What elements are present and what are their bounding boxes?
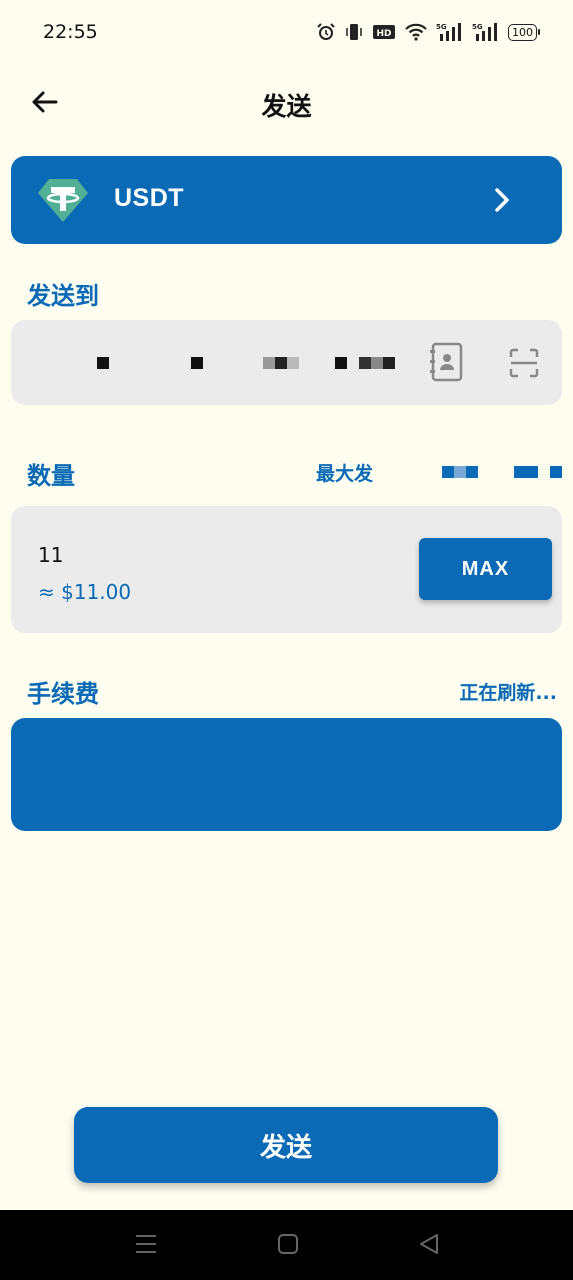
send-button[interactable]: 发送 bbox=[74, 1107, 498, 1183]
amount-fiat-value: ≈ $11.00 bbox=[38, 580, 132, 604]
amount-value[interactable]: 11 bbox=[38, 543, 63, 567]
svg-text:HD: HD bbox=[376, 29, 391, 39]
alarm-icon bbox=[317, 23, 335, 40]
status-bar: 22:55 HD 5G 5G 100 bbox=[0, 0, 573, 66]
scan-icon[interactable] bbox=[509, 348, 539, 378]
menu-icon[interactable] bbox=[135, 1232, 157, 1256]
fee-selector[interactable] bbox=[11, 718, 562, 831]
page-title: 发送 bbox=[261, 92, 312, 121]
max-send-hint: 最大发 bbox=[316, 463, 374, 485]
svg-text:5G: 5G bbox=[472, 23, 483, 31]
header: 发送 bbox=[0, 72, 573, 132]
signal-5g-icon: 5G bbox=[472, 23, 497, 41]
chevron-right-icon bbox=[495, 188, 509, 212]
hd-icon: HD bbox=[373, 25, 395, 39]
signal-5g-icon: 5G bbox=[436, 23, 461, 41]
fee-label: 手续费 bbox=[27, 680, 99, 708]
svg-text:5G: 5G bbox=[436, 23, 447, 31]
battery-icon: 100 bbox=[508, 23, 540, 41]
status-time: 22:55 bbox=[43, 21, 98, 43]
vibrate-icon bbox=[346, 24, 362, 40]
home-icon[interactable] bbox=[277, 1232, 299, 1256]
asset-selector[interactable]: USDT bbox=[11, 156, 562, 244]
max-send-value-masked bbox=[442, 466, 562, 478]
recipient-label: 发送到 bbox=[27, 282, 99, 310]
amount-input[interactable]: 11 ≈ $11.00 MAX bbox=[11, 506, 562, 633]
back-nav-icon[interactable] bbox=[418, 1232, 440, 1256]
masked-address bbox=[91, 357, 411, 369]
amount-label: 数量 bbox=[27, 462, 75, 490]
asset-name: USDT bbox=[114, 184, 185, 212]
tether-icon bbox=[38, 179, 88, 222]
fee-status: 正在刷新... bbox=[459, 682, 557, 704]
wifi-icon bbox=[405, 23, 427, 41]
recipient-address-input[interactable] bbox=[11, 320, 562, 405]
system-navigation-bar bbox=[0, 1210, 573, 1280]
status-icons: HD 5G 5G 100 bbox=[316, 22, 540, 42]
address-book-icon[interactable] bbox=[429, 342, 463, 382]
max-button[interactable]: MAX bbox=[419, 538, 552, 600]
